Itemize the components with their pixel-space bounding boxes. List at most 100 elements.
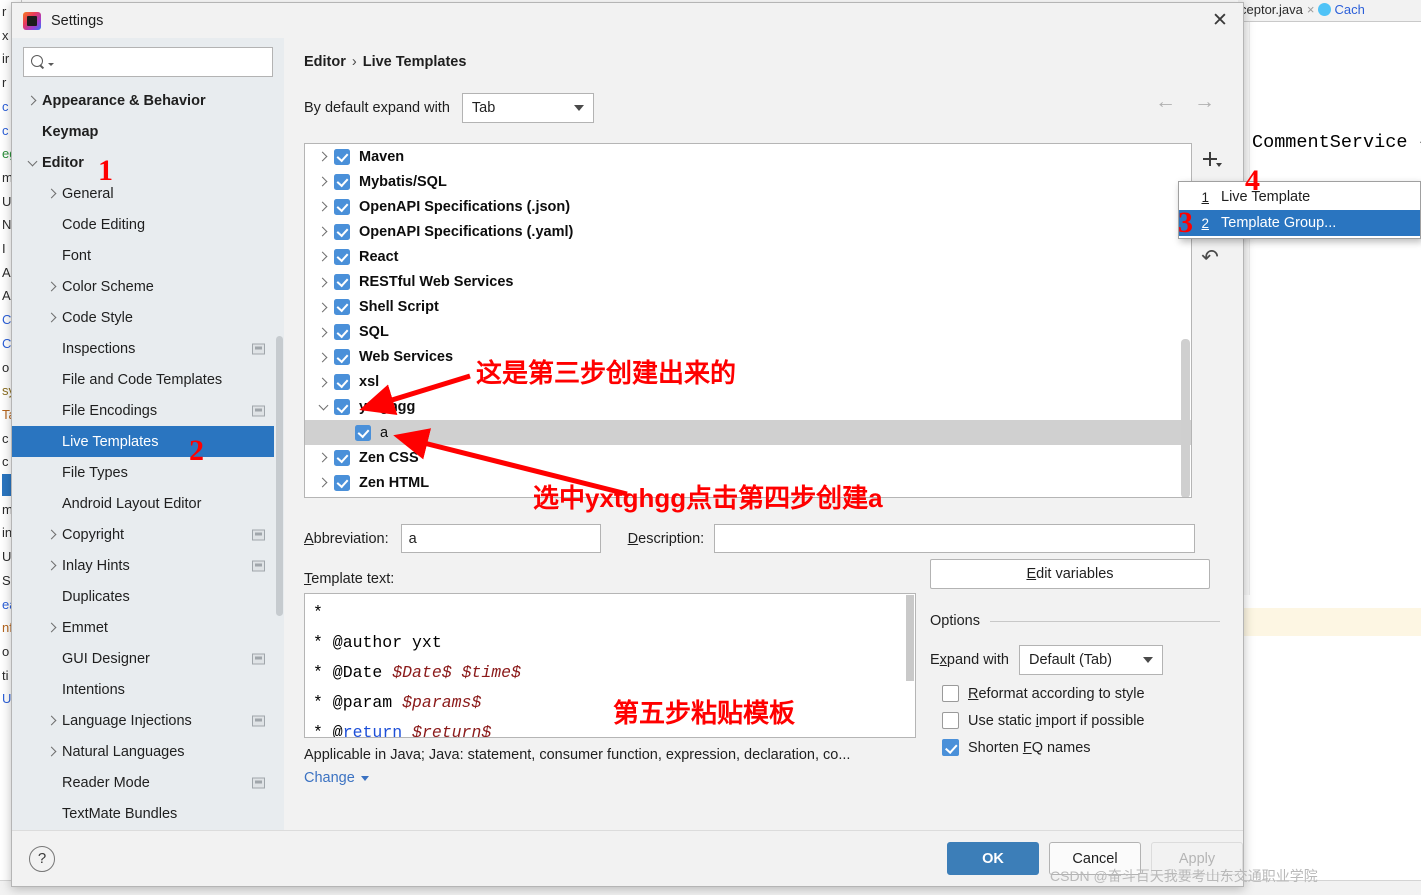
template-text-scrollbar-thumb[interactable] (906, 595, 914, 681)
template-enabled-checkbox[interactable] (334, 474, 350, 491)
menu-item-live-template[interactable]: 1 Live Template (1179, 184, 1420, 210)
forward-arrow-icon[interactable]: → (1194, 91, 1215, 112)
description-input[interactable] (714, 524, 1196, 553)
sidebar-item-inspections[interactable]: Inspections (12, 333, 274, 364)
sidebar-item-label: Reader Mode (62, 774, 150, 791)
template-enabled-checkbox[interactable] (334, 399, 350, 416)
sidebar-item-file-encodings[interactable]: File Encodings (12, 395, 274, 426)
sidebar-item-label: Font (62, 247, 92, 264)
sidebar-item-emmet[interactable]: Emmet (12, 612, 274, 643)
template-enabled-checkbox[interactable] (334, 198, 350, 215)
search-box[interactable] (23, 47, 273, 77)
sidebar-item-color-scheme[interactable]: Color Scheme (12, 271, 274, 302)
sidebar-item-duplicates[interactable]: Duplicates (12, 581, 274, 612)
template-enabled-checkbox[interactable] (355, 424, 371, 441)
template-enabled-checkbox[interactable] (334, 223, 350, 240)
template-text-editor[interactable]: * * @author yxt * @Date $Date$ $time$ * … (304, 593, 916, 738)
checkbox[interactable] (942, 739, 959, 756)
sidebar-item-keymap[interactable]: Keymap (12, 116, 274, 147)
checkbox[interactable] (942, 712, 959, 729)
editor-pane[interactable] (1240, 22, 1421, 595)
template-tree[interactable]: Maven Mybatis/SQL OpenAPI Specifications (… (304, 143, 1192, 498)
template-enabled-checkbox[interactable] (334, 299, 350, 316)
tab-close-icon[interactable]: × (1307, 2, 1315, 17)
sidebar-item-font[interactable]: Font (12, 240, 274, 271)
template-tree-row-label: xsl (359, 374, 380, 391)
editor-tab2-label[interactable]: Cach (1334, 2, 1364, 17)
sidebar-item-textmate-bundles[interactable]: TextMate Bundles (12, 798, 274, 829)
sidebar-item-label: Android Layout Editor (62, 495, 202, 512)
sidebar-item-appearance-behavior[interactable]: Appearance & Behavior (12, 85, 274, 116)
sidebar-scrollbar-thumb[interactable] (276, 336, 283, 616)
chevron-down-icon (360, 775, 369, 781)
template-tree-row[interactable]: RESTful Web Services (305, 269, 1191, 294)
option-reformat-according-to-style[interactable]: Reformat according to style (930, 685, 1220, 702)
sidebar-item-general[interactable]: General (12, 178, 274, 209)
option-use-static-import-if-possible[interactable]: Use static import if possible (930, 712, 1220, 729)
template-enabled-checkbox[interactable] (334, 173, 350, 190)
chevron-right-icon (313, 277, 334, 287)
sidebar-item-code-style[interactable]: Code Style (12, 302, 274, 333)
settings-category-tree[interactable]: Appearance & Behavior Keymap Editor General… (12, 85, 284, 830)
sidebar-item-natural-languages[interactable]: Natural Languages (12, 736, 274, 767)
default-expand-select[interactable]: Tab (461, 93, 594, 123)
template-enabled-checkbox[interactable] (334, 148, 350, 165)
template-keyword: return (342, 723, 403, 738)
sidebar-scrollbar[interactable] (275, 76, 284, 878)
template-tree-scrollbar-thumb[interactable] (1181, 339, 1190, 497)
search-options-caret-icon[interactable] (48, 62, 54, 66)
sidebar-item-file-and-code-templates[interactable]: File and Code Templates (12, 364, 274, 395)
option-shorten-fq-names[interactable]: Shorten FQ names (930, 739, 1220, 756)
sidebar-item-editor[interactable]: Editor (12, 147, 274, 178)
sidebar-item-reader-mode[interactable]: Reader Mode (12, 767, 274, 798)
template-tree-row[interactable]: Shell Script (305, 295, 1191, 320)
template-tree-row[interactable]: Mybatis/SQL (305, 169, 1191, 194)
sidebar-item-intentions[interactable]: Intentions (12, 674, 274, 705)
checkbox[interactable] (942, 685, 959, 702)
expand-with-select[interactable]: Default (Tab) (1019, 645, 1163, 675)
close-icon[interactable]: ✕ (1197, 3, 1243, 38)
template-enabled-checkbox[interactable] (334, 449, 350, 466)
template-tree-row[interactable]: a (305, 420, 1191, 446)
editor-tab-label[interactable]: ceptor.java (1240, 2, 1303, 17)
search-input[interactable] (58, 53, 265, 71)
breadcrumb-root[interactable]: Editor (304, 54, 346, 70)
add-template-button[interactable] (1195, 145, 1225, 173)
editor-code-line: CommentService { (1252, 132, 1421, 153)
chevron-right-icon (313, 452, 334, 463)
template-tree-row[interactable]: SQL (305, 320, 1191, 345)
template-tree-row[interactable]: xsl (305, 370, 1191, 395)
template-enabled-checkbox[interactable] (334, 324, 350, 341)
back-arrow-icon[interactable]: ← (1155, 91, 1176, 112)
sidebar-item-inlay-hints[interactable]: Inlay Hints (12, 550, 274, 581)
editor-tab-bar[interactable]: ceptor.java × Cach (1238, 0, 1421, 22)
template-enabled-checkbox[interactable] (334, 349, 350, 366)
add-template-menu[interactable]: 1 Live Template 2 Template Group... (1178, 181, 1421, 239)
abbreviation-input[interactable] (400, 524, 601, 553)
template-tree-row[interactable]: Web Services (305, 345, 1191, 370)
revert-changes-button[interactable]: ↶ (1195, 243, 1225, 271)
sidebar-item-live-templates[interactable]: Live Templates (12, 426, 274, 457)
sidebar-item-code-editing[interactable]: Code Editing (12, 209, 274, 240)
sidebar-item-gui-designer[interactable]: GUI Designer (12, 643, 274, 674)
template-tree-row[interactable]: OpenAPI Specifications (.json) (305, 194, 1191, 219)
help-button[interactable]: ? (29, 845, 55, 872)
template-enabled-checkbox[interactable] (334, 374, 350, 391)
watermark: CSDN @奋斗百天我要考山东交通职业学院 (1050, 868, 1318, 884)
sidebar-item-android-layout-editor[interactable]: Android Layout Editor (12, 488, 274, 519)
menu-item-template-group[interactable]: 2 Template Group... (1179, 210, 1420, 236)
template-tree-row[interactable]: React (305, 244, 1191, 269)
template-tree-row[interactable]: Maven (305, 144, 1191, 169)
edit-variables-button[interactable]: Edit variables (930, 559, 1210, 589)
sidebar-item-language-injections[interactable]: Language Injections (12, 705, 274, 736)
template-enabled-checkbox[interactable] (334, 248, 350, 265)
sidebar-item-file-types[interactable]: File Types (12, 457, 274, 488)
template-tree-row[interactable]: Zen CSS (305, 445, 1191, 470)
sidebar-item-copyright[interactable]: Copyright (12, 519, 274, 550)
template-enabled-checkbox[interactable] (334, 274, 350, 291)
ok-button[interactable]: OK (947, 842, 1039, 875)
change-context-link[interactable]: Change (304, 770, 369, 786)
template-tree-row[interactable]: OpenAPI Specifications (.yaml) (305, 219, 1191, 244)
template-tree-row[interactable]: yxtghgg (305, 395, 1191, 420)
template-tree-row[interactable]: Zen HTML (305, 470, 1191, 495)
